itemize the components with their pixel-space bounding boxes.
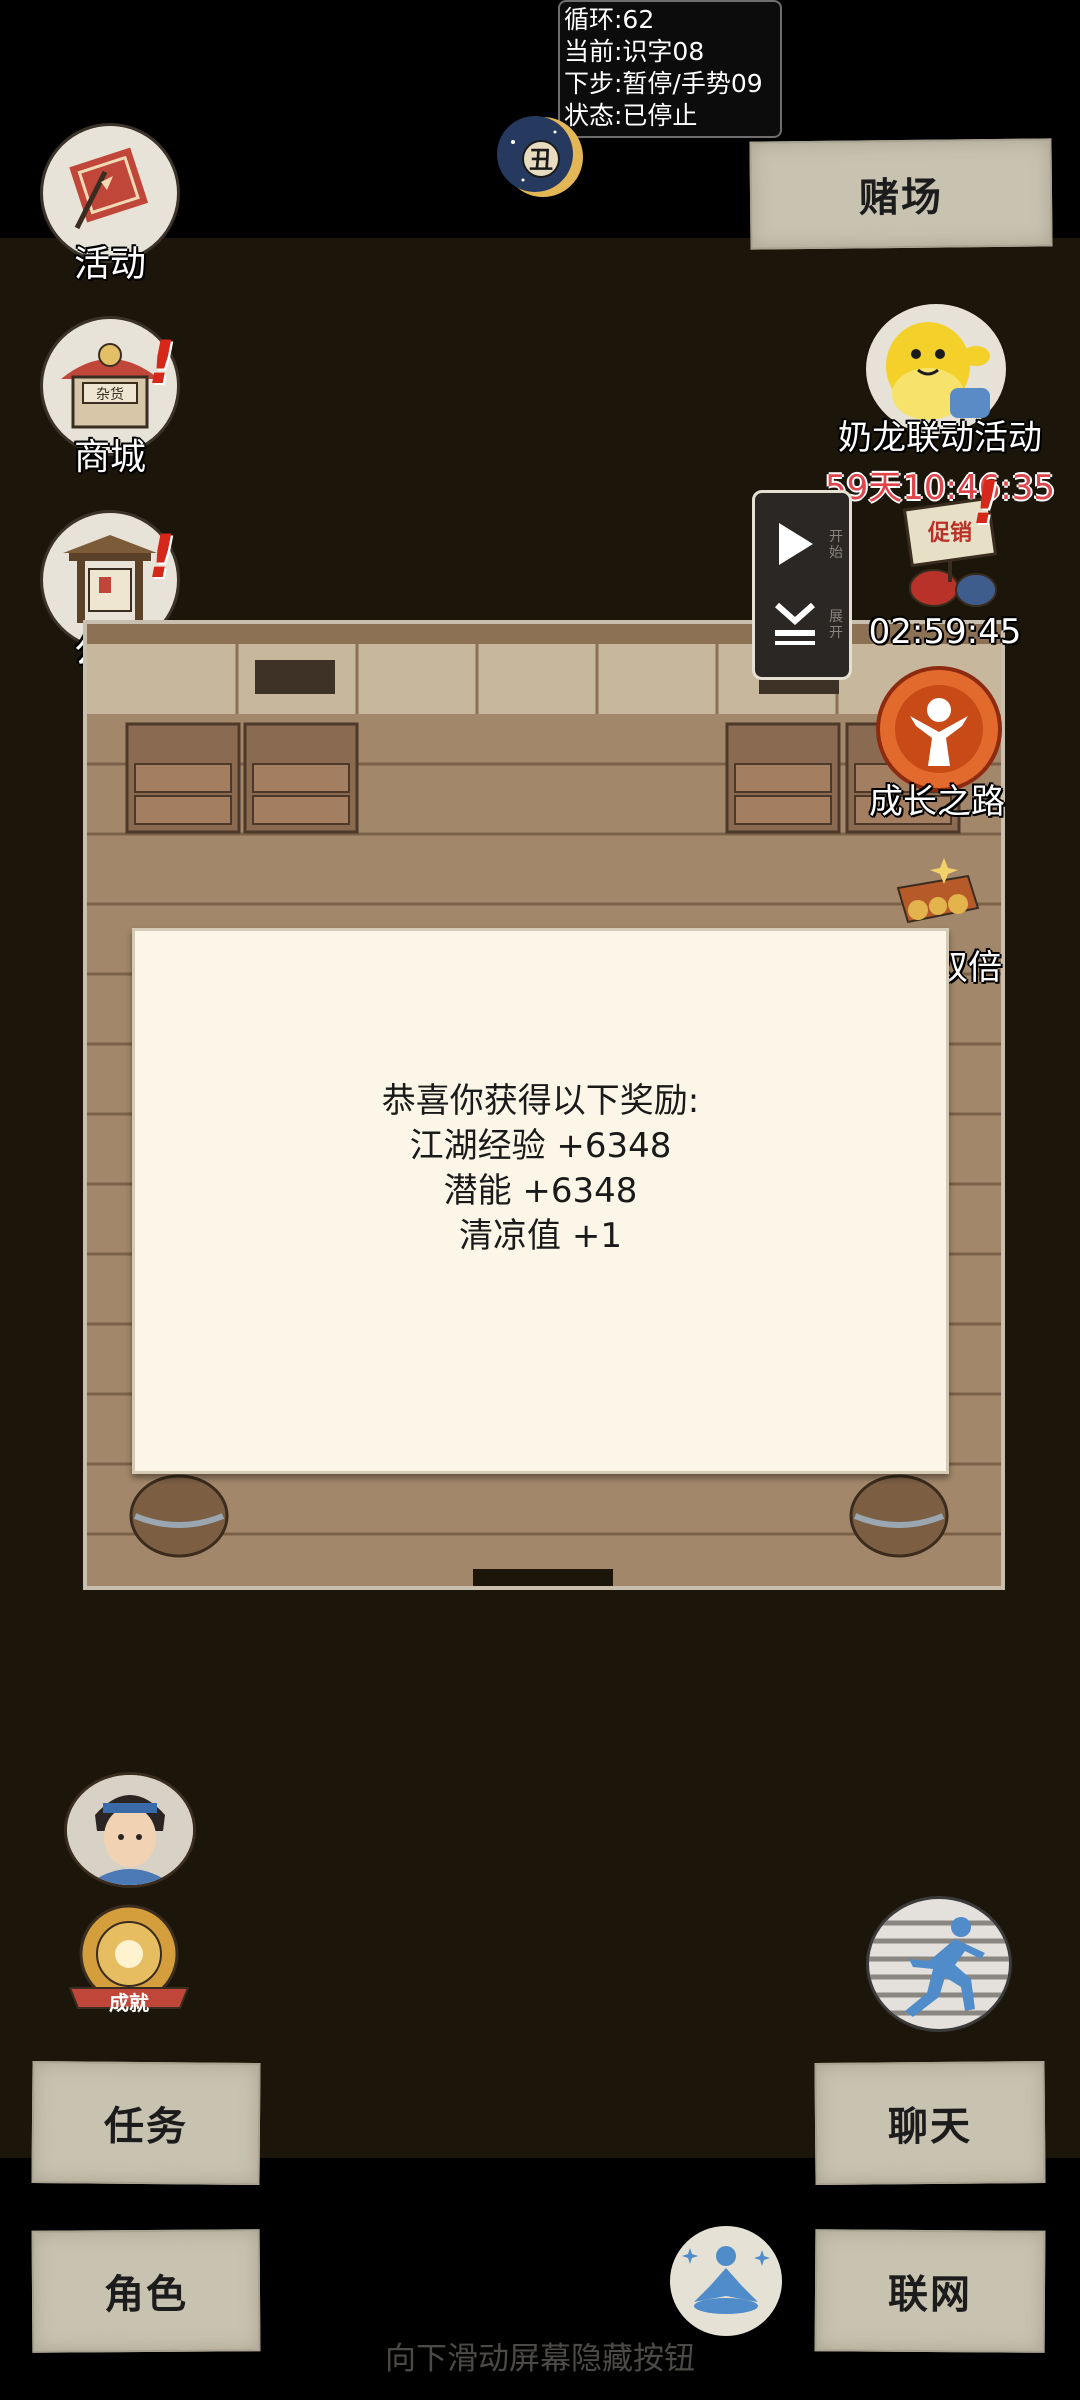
reward-dialog[interactable]: 恭喜你获得以下奖励: 江湖经验 +6348 潜能 +6348 清凉值 +1: [132, 928, 949, 1474]
meditate-icon[interactable]: [670, 2226, 782, 2336]
debug-current: 当前:识字08: [564, 37, 705, 66]
growth-road-item[interactable]: 成长之路: [862, 666, 1022, 826]
time-glyph: 丑: [529, 146, 553, 174]
play-label: 开始: [829, 529, 843, 561]
debug-status: 状态:已停止: [564, 101, 698, 130]
chat-button[interactable]: 聊天: [814, 2060, 1046, 2186]
debug-next: 下步:暂停/手势09: [564, 69, 763, 98]
play-icon[interactable]: [773, 519, 817, 569]
notice-alert-icon: !: [148, 522, 176, 592]
casino-button[interactable]: 赌场: [749, 138, 1053, 250]
activity-label: 活动: [73, 244, 146, 285]
hide-buttons-hint: 向下滑动屏幕隐藏按钮: [385, 2341, 695, 2377]
expand-label: 展开: [829, 609, 843, 641]
promo-sign-icon: 促销: [902, 496, 998, 607]
reward-title: 恭喜你获得以下奖励:: [381, 1081, 700, 1121]
collab-event-label: 奶龙联动活动: [838, 418, 1042, 458]
reward-text: 恭喜你获得以下奖励: 江湖经验 +6348 潜能 +6348 清凉值 +1: [135, 1079, 946, 1259]
character-avatar[interactable]: [64, 1772, 196, 1888]
expand-icon[interactable]: [771, 599, 819, 649]
float-controller[interactable]: 开始 展开: [752, 490, 852, 680]
achievement-item[interactable]: 成就: [64, 1900, 194, 2020]
growth-road-label: 成长之路: [869, 782, 1005, 822]
promo-sign-text: 促销: [927, 521, 972, 546]
shop-sign-text: 杂货: [96, 386, 124, 403]
shop-alert-icon: !: [148, 328, 176, 398]
activity-menu-item[interactable]: 活动: [38, 123, 188, 285]
moon-time-icon[interactable]: 丑: [493, 112, 589, 202]
promo-alert-icon: !: [972, 468, 1000, 538]
debug-overlay: 循环:62 当前:识字08 下步:暂停/手势09 状态:已停止: [558, 0, 782, 138]
reward-exp: 江湖经验 +6348: [409, 1126, 672, 1166]
achievement-ribbon-text: 成就: [109, 1991, 149, 2015]
reward-potential: 潜能 +6348: [443, 1171, 638, 1211]
shop-menu-item[interactable]: 杂货 ! 商城: [38, 316, 198, 478]
shop-label: 商城: [73, 437, 146, 478]
task-button[interactable]: 任务: [31, 2061, 261, 2185]
run-icon[interactable]: [866, 1896, 1012, 2032]
promo-timer: 02:59:45: [868, 612, 1022, 652]
collab-event-item[interactable]: 奶龙联动活动 59天10:46:35: [820, 300, 1060, 508]
promo-item[interactable]: 促销 ! 02:59:45: [860, 468, 1030, 660]
reward-cool-value: 清凉值 +1: [459, 1216, 622, 1256]
debug-loop: 循环:62: [564, 5, 655, 34]
